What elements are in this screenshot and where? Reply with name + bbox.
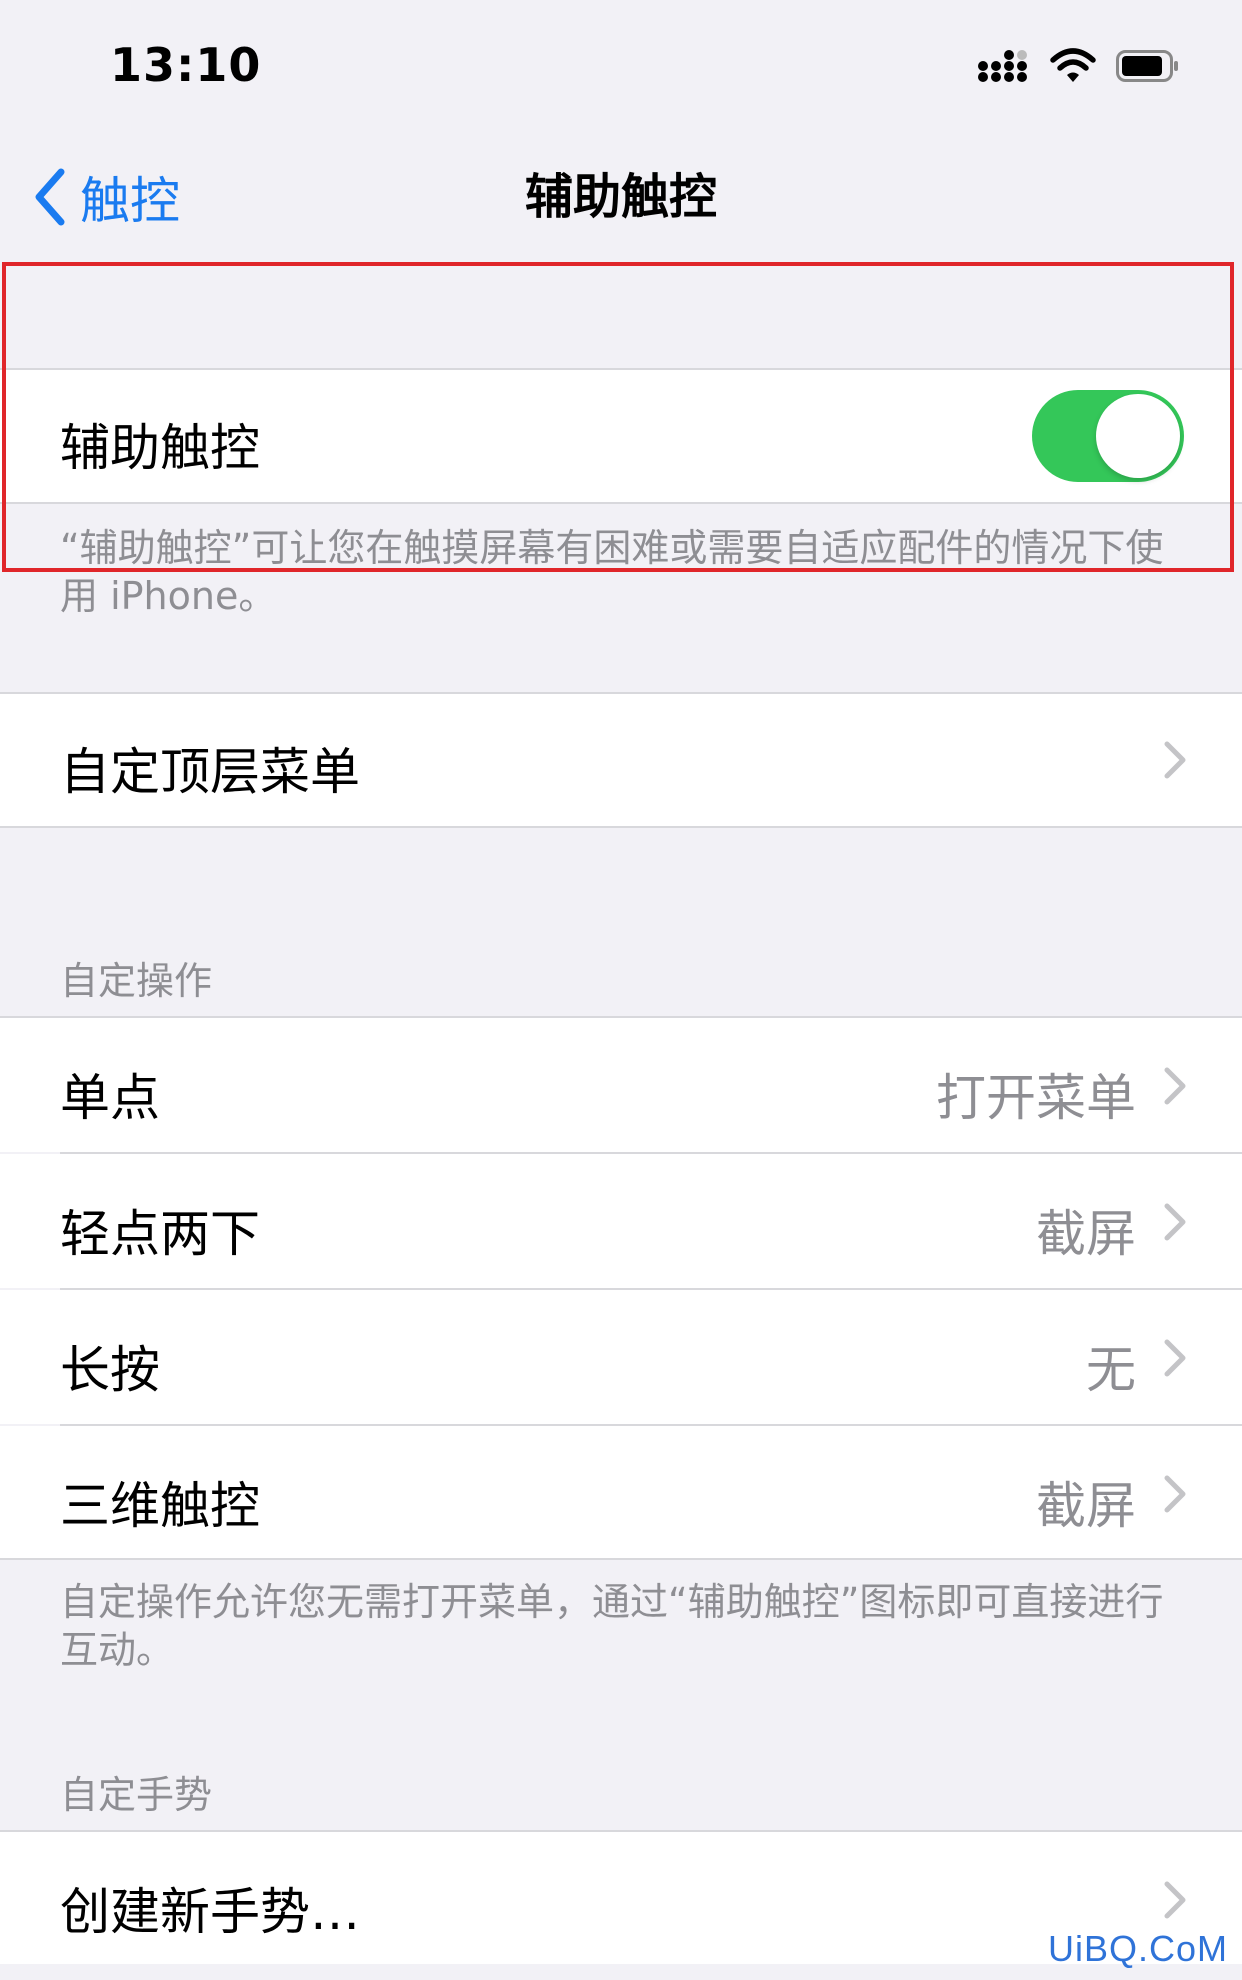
action-value: 截屏 (1036, 1477, 1136, 1535)
custom-actions-footnote: 自定操作允许您无需打开菜单，通过“辅助触控”图标即可直接进行互动。 (60, 1580, 1164, 1672)
battery-icon (1116, 50, 1178, 82)
status-icons (978, 46, 1180, 86)
create-new-gesture-label: 创建新手势… (60, 1883, 360, 1941)
highlight-box (2, 262, 1234, 572)
action-label: 三维触控 (60, 1477, 260, 1535)
action-row-long-press[interactable]: 长按 无 (0, 1290, 1242, 1424)
separator (0, 1558, 1242, 1560)
chevron-right-icon (1164, 1067, 1186, 1105)
customize-top-menu-row[interactable]: 自定顶层菜单 (0, 694, 1242, 826)
page-title: 辅助触控 (524, 169, 717, 225)
chevron-right-icon (1164, 741, 1186, 779)
custom-actions-header: 自定操作 (60, 959, 213, 1003)
watermark: UiBQ.CoM (1047, 1928, 1228, 1969)
cellular-signal-icon (978, 50, 1027, 82)
wifi-icon (1050, 48, 1096, 82)
chevron-right-icon (1164, 1475, 1186, 1513)
action-value: 打开菜单 (936, 1069, 1136, 1127)
customize-top-menu-label: 自定顶层菜单 (60, 743, 360, 801)
action-row-3d-touch[interactable]: 三维触控 截屏 (0, 1426, 1242, 1558)
action-label: 长按 (60, 1341, 160, 1399)
separator (0, 826, 1242, 828)
action-label: 单点 (60, 1069, 160, 1127)
action-value: 截屏 (1036, 1205, 1136, 1263)
chevron-right-icon (1164, 1881, 1186, 1919)
chevron-right-icon (1164, 1339, 1186, 1377)
chevron-right-icon (1164, 1203, 1186, 1241)
custom-gestures-header: 自定手势 (60, 1773, 213, 1817)
action-value: 无 (1086, 1341, 1136, 1399)
action-label: 轻点两下 (60, 1205, 260, 1263)
action-row-single-tap[interactable]: 单点 打开菜单 (0, 1018, 1242, 1152)
action-row-double-tap[interactable]: 轻点两下 截屏 (0, 1154, 1242, 1288)
status-time: 13:10 (110, 38, 262, 92)
